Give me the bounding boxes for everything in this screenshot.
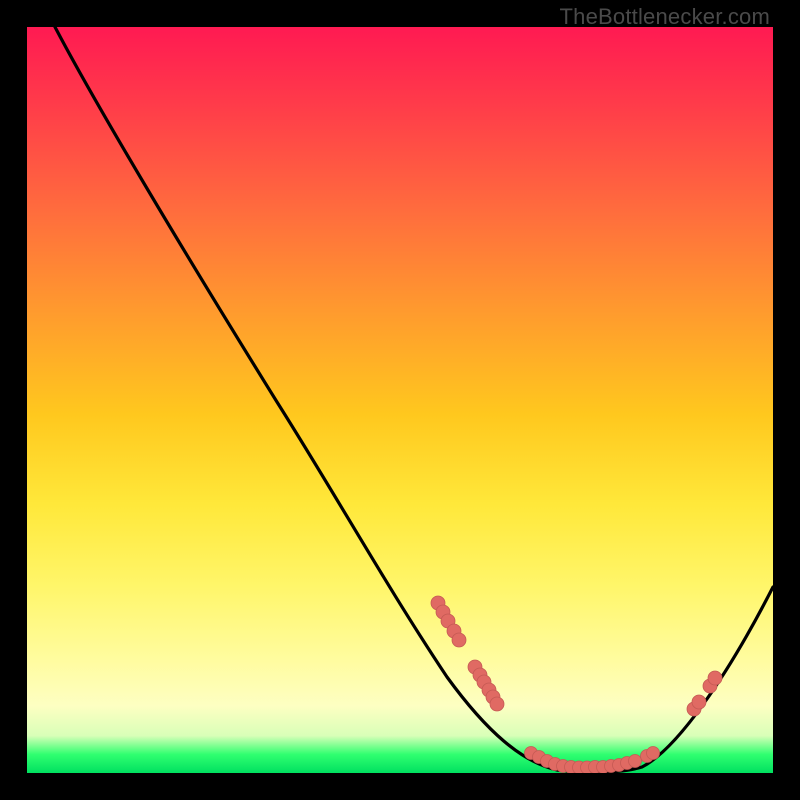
marker-dots [431,596,722,773]
chart-gradient-frame [27,27,773,773]
bottleneck-curve-svg [27,27,773,773]
bottleneck-curve-path [55,27,773,772]
